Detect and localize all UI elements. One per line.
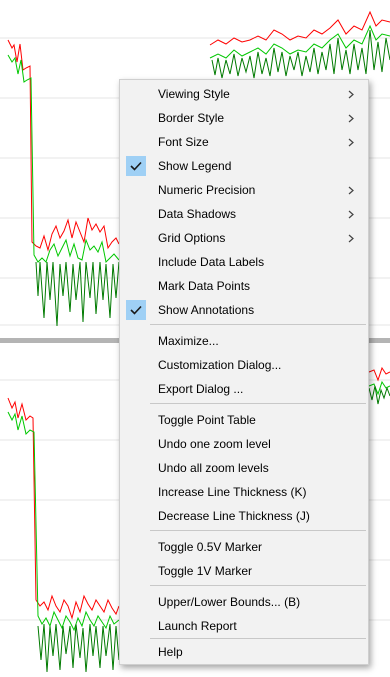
menu-item-upper-lower-bounds[interactable]: Upper/Lower Bounds... (B)	[120, 590, 368, 614]
menu-item-label: Maximize...	[158, 334, 219, 348]
menu-item-label: Include Data Labels	[158, 255, 265, 269]
menu-item-customization-dialog[interactable]: Customization Dialog...	[120, 353, 368, 377]
menu-item-label: Toggle 1V Marker	[158, 564, 253, 578]
chevron-right-icon	[345, 135, 357, 149]
menu-separator	[150, 530, 366, 531]
menu-item-help[interactable]: Help	[120, 640, 368, 664]
chevron-right-icon	[345, 111, 357, 125]
menu-item-data-shadows[interactable]: Data Shadows	[120, 202, 368, 226]
menu-item-include-data-labels[interactable]: Include Data Labels	[120, 250, 368, 274]
menu-item-label: Increase Line Thickness (K)	[158, 485, 307, 499]
menu-item-label: Export Dialog ...	[158, 382, 244, 396]
chevron-right-icon	[345, 207, 357, 221]
menu-item-label: Viewing Style	[158, 87, 230, 101]
menu-item-grid-options[interactable]: Grid Options	[120, 226, 368, 250]
bottom-upper-trace-left	[7, 397, 120, 620]
bottom-upper-trace-right	[368, 366, 390, 382]
menu-item-increase-line-thickness[interactable]: Increase Line Thickness (K)	[120, 480, 368, 504]
menu-item-decrease-line-thickness[interactable]: Decrease Line Thickness (J)	[120, 504, 368, 528]
menu-item-label: Numeric Precision	[158, 183, 256, 197]
menu-item-label: Mark Data Points	[158, 279, 251, 293]
chevron-right-icon	[345, 231, 357, 245]
menu-item-label: Font Size	[158, 135, 209, 149]
bottom-lower-trace-left	[7, 411, 120, 632]
menu-item-toggle-point-table[interactable]: Toggle Point Table	[120, 408, 368, 432]
menu-item-label: Upper/Lower Bounds... (B)	[158, 595, 301, 609]
menu-item-label: Undo one zoom level	[158, 437, 271, 451]
menu-item-label: Undo all zoom levels	[158, 461, 269, 475]
menu-item-show-legend[interactable]: Show Legend	[120, 154, 368, 178]
menu-item-label: Launch Report	[158, 619, 237, 633]
bottom-detail-trace-left	[37, 623, 120, 673]
menu-item-toggle-one-volt-marker[interactable]: Toggle 1V Marker	[120, 559, 368, 583]
chevron-right-icon	[345, 183, 357, 197]
menu-separator	[150, 403, 366, 404]
context-menu: Viewing Style Border Style Font Size Sho…	[119, 79, 369, 665]
check-icon	[126, 300, 146, 320]
menu-item-viewing-style[interactable]: Viewing Style	[120, 82, 368, 106]
menu-item-font-size[interactable]: Font Size	[120, 130, 368, 154]
menu-item-launch-report[interactable]: Launch Report	[120, 614, 368, 638]
top-detail-trace-left	[35, 261, 120, 327]
menu-item-mark-data-points[interactable]: Mark Data Points	[120, 274, 368, 298]
menu-item-label: Decrease Line Thickness (J)	[158, 509, 310, 523]
menu-item-label: Help	[158, 645, 183, 659]
menu-separator	[150, 585, 366, 586]
menu-item-label: Customization Dialog...	[158, 358, 282, 372]
check-icon	[126, 156, 146, 176]
menu-item-label: Border Style	[158, 111, 225, 125]
menu-item-label: Show Legend	[158, 159, 232, 173]
menu-item-label: Grid Options	[158, 231, 226, 245]
menu-item-label: Data Shadows	[158, 207, 237, 221]
menu-item-label: Show Annotations	[158, 303, 255, 317]
menu-item-label: Toggle 0.5V Marker	[158, 540, 263, 554]
menu-item-numeric-precision[interactable]: Numeric Precision	[120, 178, 368, 202]
menu-item-undo-all-zoom[interactable]: Undo all zoom levels	[120, 456, 368, 480]
menu-item-border-style[interactable]: Border Style	[120, 106, 368, 130]
menu-item-show-annotations[interactable]: Show Annotations	[120, 298, 368, 322]
menu-separator	[150, 638, 366, 639]
menu-item-export-dialog[interactable]: Export Dialog ...	[120, 377, 368, 401]
top-upper-trace-right	[209, 10, 390, 46]
chevron-right-icon	[345, 87, 357, 101]
menu-item-undo-one-zoom[interactable]: Undo one zoom level	[120, 432, 368, 456]
menu-item-maximize[interactable]: Maximize...	[120, 329, 368, 353]
menu-item-toggle-half-volt-marker[interactable]: Toggle 0.5V Marker	[120, 535, 368, 559]
menu-separator	[150, 324, 366, 325]
menu-item-label: Toggle Point Table	[158, 413, 256, 427]
